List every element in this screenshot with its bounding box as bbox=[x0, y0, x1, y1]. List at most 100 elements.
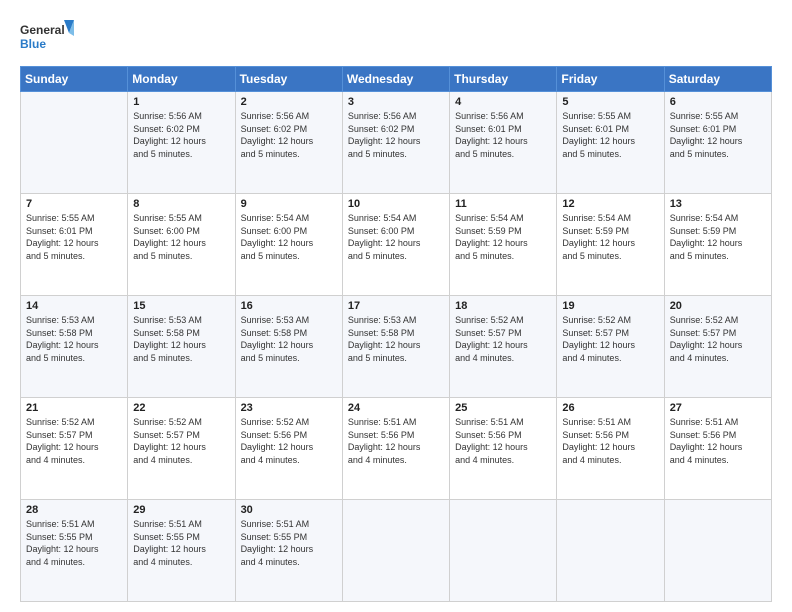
cell-text: Sunrise: 5:53 AM Sunset: 5:58 PM Dayligh… bbox=[26, 314, 122, 364]
cell-text: Sunrise: 5:51 AM Sunset: 5:56 PM Dayligh… bbox=[348, 416, 444, 466]
cell-text: Sunrise: 5:51 AM Sunset: 5:56 PM Dayligh… bbox=[455, 416, 551, 466]
cell-text: Sunrise: 5:52 AM Sunset: 5:57 PM Dayligh… bbox=[133, 416, 229, 466]
cell-text: Sunrise: 5:52 AM Sunset: 5:57 PM Dayligh… bbox=[562, 314, 658, 364]
day-number: 9 bbox=[241, 198, 337, 210]
cell-text: Sunrise: 5:51 AM Sunset: 5:55 PM Dayligh… bbox=[241, 518, 337, 568]
day-number: 25 bbox=[455, 402, 551, 414]
calendar-cell: 25 Sunrise: 5:51 AM Sunset: 5:56 PM Dayli… bbox=[450, 398, 557, 500]
day-number: 20 bbox=[670, 300, 766, 312]
day-number: 27 bbox=[670, 402, 766, 414]
calendar-cell: 8 Sunrise: 5:55 AM Sunset: 6:00 PM Daylig… bbox=[128, 194, 235, 296]
calendar-cell: 13 Sunrise: 5:54 AM Sunset: 5:59 PM Dayli… bbox=[664, 194, 771, 296]
calendar-cell bbox=[342, 500, 449, 602]
calendar-day-header: Tuesday bbox=[235, 67, 342, 92]
calendar-day-header: Friday bbox=[557, 67, 664, 92]
cell-text: Sunrise: 5:54 AM Sunset: 5:59 PM Dayligh… bbox=[455, 212, 551, 262]
page: General Blue SundayMondayTuesdayWednesda… bbox=[0, 0, 792, 612]
cell-text: Sunrise: 5:54 AM Sunset: 5:59 PM Dayligh… bbox=[670, 212, 766, 262]
calendar-table: SundayMondayTuesdayWednesdayThursdayFrid… bbox=[20, 66, 772, 602]
svg-text:General: General bbox=[20, 23, 65, 37]
calendar-day-header: Thursday bbox=[450, 67, 557, 92]
calendar-week-row: 21Sunrise: 5:52 AM Sunset: 5:57 PM Dayli… bbox=[21, 398, 772, 500]
calendar-day-header: Monday bbox=[128, 67, 235, 92]
cell-text: Sunrise: 5:54 AM Sunset: 5:59 PM Dayligh… bbox=[562, 212, 658, 262]
calendar-header-row: SundayMondayTuesdayWednesdayThursdayFrid… bbox=[21, 67, 772, 92]
day-number: 16 bbox=[241, 300, 337, 312]
day-number: 5 bbox=[562, 96, 658, 108]
cell-text: Sunrise: 5:53 AM Sunset: 5:58 PM Dayligh… bbox=[241, 314, 337, 364]
calendar-cell: 16 Sunrise: 5:53 AM Sunset: 5:58 PM Dayli… bbox=[235, 296, 342, 398]
day-number: 4 bbox=[455, 96, 551, 108]
calendar-cell: 22 Sunrise: 5:52 AM Sunset: 5:57 PM Dayli… bbox=[128, 398, 235, 500]
cell-text: Sunrise: 5:55 AM Sunset: 6:01 PM Dayligh… bbox=[26, 212, 122, 262]
calendar-cell: 30 Sunrise: 5:51 AM Sunset: 5:55 PM Dayli… bbox=[235, 500, 342, 602]
cell-text: Sunrise: 5:51 AM Sunset: 5:56 PM Dayligh… bbox=[670, 416, 766, 466]
svg-text:Blue: Blue bbox=[20, 37, 46, 51]
cell-text: Sunrise: 5:51 AM Sunset: 5:55 PM Dayligh… bbox=[133, 518, 229, 568]
calendar-cell: 27 Sunrise: 5:51 AM Sunset: 5:56 PM Dayli… bbox=[664, 398, 771, 500]
calendar-cell bbox=[664, 500, 771, 602]
calendar-cell: 19 Sunrise: 5:52 AM Sunset: 5:57 PM Dayli… bbox=[557, 296, 664, 398]
day-number: 11 bbox=[455, 198, 551, 210]
day-number: 13 bbox=[670, 198, 766, 210]
day-number: 12 bbox=[562, 198, 658, 210]
calendar-cell: 14 Sunrise: 5:53 AM Sunset: 5:58 PM Dayli… bbox=[21, 296, 128, 398]
day-number: 14 bbox=[26, 300, 122, 312]
calendar-cell: 6 Sunrise: 5:55 AM Sunset: 6:01 PM Daylig… bbox=[664, 92, 771, 194]
day-number: 10 bbox=[348, 198, 444, 210]
day-number: 2 bbox=[241, 96, 337, 108]
cell-text: Sunrise: 5:53 AM Sunset: 5:58 PM Dayligh… bbox=[133, 314, 229, 364]
calendar-cell: 24 Sunrise: 5:51 AM Sunset: 5:56 PM Dayli… bbox=[342, 398, 449, 500]
calendar-cell: 17Sunrise: 5:53 AM Sunset: 5:58 PM Dayli… bbox=[342, 296, 449, 398]
cell-text: Sunrise: 5:56 AM Sunset: 6:02 PM Dayligh… bbox=[133, 110, 229, 160]
calendar-cell: 3Sunrise: 5:56 AM Sunset: 6:02 PM Daylig… bbox=[342, 92, 449, 194]
calendar-cell: 21Sunrise: 5:52 AM Sunset: 5:57 PM Dayli… bbox=[21, 398, 128, 500]
cell-text: Sunrise: 5:55 AM Sunset: 6:01 PM Dayligh… bbox=[670, 110, 766, 160]
cell-text: Sunrise: 5:54 AM Sunset: 6:00 PM Dayligh… bbox=[241, 212, 337, 262]
day-number: 22 bbox=[133, 402, 229, 414]
calendar-week-row: 7Sunrise: 5:55 AM Sunset: 6:01 PM Daylig… bbox=[21, 194, 772, 296]
day-number: 8 bbox=[133, 198, 229, 210]
calendar-cell: 4 Sunrise: 5:56 AM Sunset: 6:01 PM Daylig… bbox=[450, 92, 557, 194]
calendar-cell: 5 Sunrise: 5:55 AM Sunset: 6:01 PM Daylig… bbox=[557, 92, 664, 194]
day-number: 29 bbox=[133, 504, 229, 516]
calendar-cell: 11 Sunrise: 5:54 AM Sunset: 5:59 PM Dayli… bbox=[450, 194, 557, 296]
calendar-cell: 23 Sunrise: 5:52 AM Sunset: 5:56 PM Dayli… bbox=[235, 398, 342, 500]
cell-text: Sunrise: 5:51 AM Sunset: 5:56 PM Dayligh… bbox=[562, 416, 658, 466]
day-number: 23 bbox=[241, 402, 337, 414]
cell-text: Sunrise: 5:52 AM Sunset: 5:57 PM Dayligh… bbox=[26, 416, 122, 466]
cell-text: Sunrise: 5:55 AM Sunset: 6:00 PM Dayligh… bbox=[133, 212, 229, 262]
day-number: 19 bbox=[562, 300, 658, 312]
day-number: 1 bbox=[133, 96, 229, 108]
calendar-cell bbox=[557, 500, 664, 602]
calendar-cell: 2Sunrise: 5:56 AM Sunset: 6:02 PM Daylig… bbox=[235, 92, 342, 194]
calendar-cell: 1 Sunrise: 5:56 AM Sunset: 6:02 PM Daylig… bbox=[128, 92, 235, 194]
calendar-cell: 28 Sunrise: 5:51 AM Sunset: 5:55 PM Dayli… bbox=[21, 500, 128, 602]
calendar-cell: 26 Sunrise: 5:51 AM Sunset: 5:56 PM Dayli… bbox=[557, 398, 664, 500]
day-number: 30 bbox=[241, 504, 337, 516]
day-number: 15 bbox=[133, 300, 229, 312]
calendar-body: 1 Sunrise: 5:56 AM Sunset: 6:02 PM Daylig… bbox=[21, 92, 772, 602]
calendar-cell: 12 Sunrise: 5:54 AM Sunset: 5:59 PM Dayli… bbox=[557, 194, 664, 296]
cell-text: Sunrise: 5:56 AM Sunset: 6:01 PM Dayligh… bbox=[455, 110, 551, 160]
cell-text: Sunrise: 5:52 AM Sunset: 5:57 PM Dayligh… bbox=[455, 314, 551, 364]
calendar-day-header: Sunday bbox=[21, 67, 128, 92]
cell-text: Sunrise: 5:52 AM Sunset: 5:56 PM Dayligh… bbox=[241, 416, 337, 466]
logo-svg: General Blue bbox=[20, 18, 75, 56]
cell-text: Sunrise: 5:54 AM Sunset: 6:00 PM Dayligh… bbox=[348, 212, 444, 262]
calendar-week-row: 28 Sunrise: 5:51 AM Sunset: 5:55 PM Dayli… bbox=[21, 500, 772, 602]
cell-text: Sunrise: 5:51 AM Sunset: 5:55 PM Dayligh… bbox=[26, 518, 122, 568]
day-number: 28 bbox=[26, 504, 122, 516]
calendar-cell: 29 Sunrise: 5:51 AM Sunset: 5:55 PM Dayli… bbox=[128, 500, 235, 602]
day-number: 24 bbox=[348, 402, 444, 414]
calendar-week-row: 1 Sunrise: 5:56 AM Sunset: 6:02 PM Daylig… bbox=[21, 92, 772, 194]
calendar-day-header: Wednesday bbox=[342, 67, 449, 92]
calendar-cell: 15 Sunrise: 5:53 AM Sunset: 5:58 PM Dayli… bbox=[128, 296, 235, 398]
calendar-day-header: Saturday bbox=[664, 67, 771, 92]
logo: General Blue bbox=[20, 18, 75, 56]
day-number: 6 bbox=[670, 96, 766, 108]
calendar-cell: 20Sunrise: 5:52 AM Sunset: 5:57 PM Dayli… bbox=[664, 296, 771, 398]
calendar-cell: 10 Sunrise: 5:54 AM Sunset: 6:00 PM Dayli… bbox=[342, 194, 449, 296]
day-number: 26 bbox=[562, 402, 658, 414]
cell-text: Sunrise: 5:55 AM Sunset: 6:01 PM Dayligh… bbox=[562, 110, 658, 160]
